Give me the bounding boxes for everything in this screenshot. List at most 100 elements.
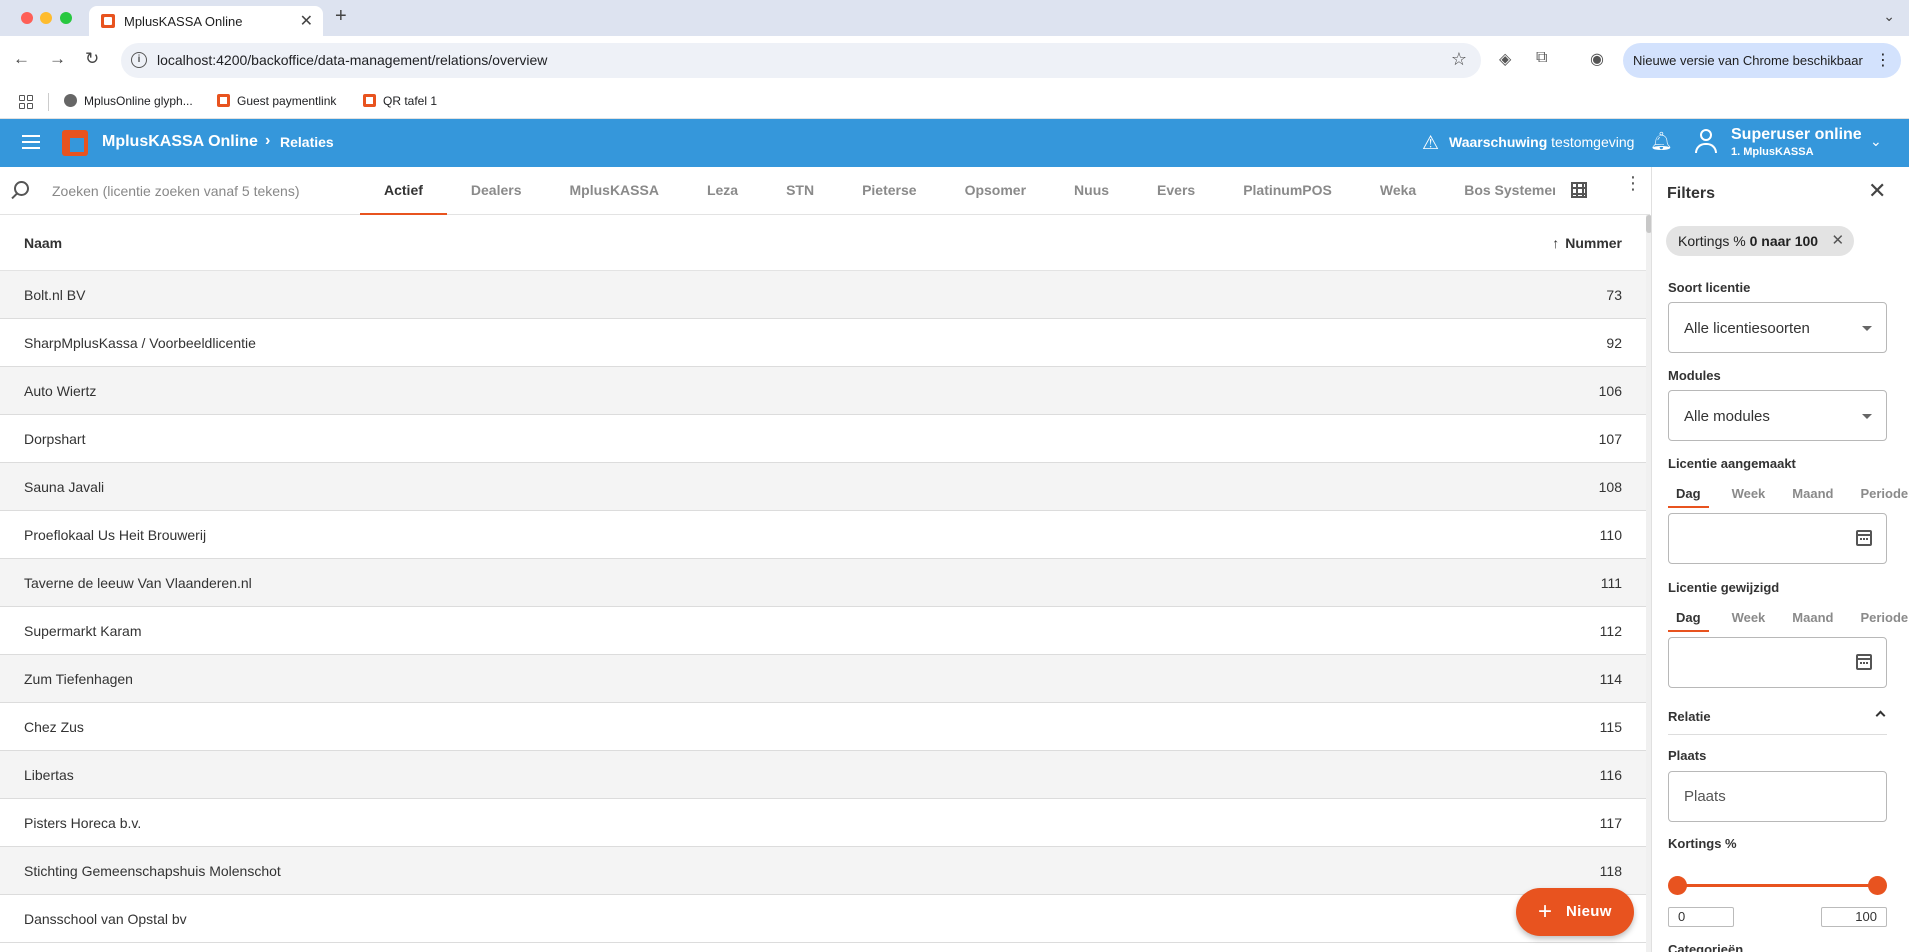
browser-tab[interactable]: MplusKASSA Online ✕ <box>89 6 323 36</box>
close-tab-icon[interactable]: ✕ <box>300 11 313 31</box>
tab-leza[interactable]: Leza <box>683 167 762 215</box>
new-relation-button[interactable]: + Nieuw <box>1516 888 1634 936</box>
period-periode[interactable]: Periode <box>1856 610 1909 630</box>
app-title[interactable]: MplusKASSA Online <box>102 133 258 151</box>
bookmark-separator <box>48 93 49 111</box>
table-row[interactable]: Dansschool van Opstal bv <box>0 895 1647 943</box>
cell-number: 115 <box>1599 719 1622 735</box>
tab-pieterse[interactable]: Pieterse <box>838 167 940 215</box>
minimize-window-button[interactable] <box>40 12 52 24</box>
remove-chip-icon[interactable]: ✕ <box>1832 226 1845 256</box>
calendar-icon[interactable] <box>1856 530 1872 546</box>
apps-grid-icon[interactable] <box>19 95 33 109</box>
user-avatar-icon[interactable] <box>1694 127 1718 157</box>
url-text[interactable]: localhost:4200/backoffice/data-managemen… <box>157 52 547 68</box>
menu-hamburger-icon[interactable] <box>22 135 40 149</box>
table-row[interactable]: Auto Wiertz 106 <box>0 367 1647 415</box>
period-dag[interactable]: Dag <box>1668 486 1709 508</box>
range-max-input[interactable]: 100 <box>1821 907 1887 927</box>
period-week[interactable]: Week <box>1728 486 1770 506</box>
range-min-input[interactable]: 0 <box>1668 907 1734 927</box>
license-type-value: Alle licentiesoorten <box>1684 320 1810 337</box>
changed-date-field[interactable] <box>1668 637 1887 688</box>
tab-nuus[interactable]: Nuus <box>1050 167 1133 215</box>
browser-tab-bar: MplusKASSA Online ✕ + ⌄ <box>0 0 1909 36</box>
close-window-button[interactable] <box>21 12 33 24</box>
tab-search-chevron-icon[interactable]: ⌄ <box>1883 8 1895 25</box>
extensions-puzzle-icon[interactable]: ⧉ <box>1536 49 1547 67</box>
table-row[interactable]: Chez Zus 115 <box>0 703 1647 751</box>
table-row[interactable]: Taverne de leeuw Van Vlaanderen.nl 111 <box>0 559 1647 607</box>
search-input[interactable] <box>52 179 352 203</box>
reload-icon[interactable]: ↻ <box>85 49 99 69</box>
table-row[interactable]: Bolt.nl BV 73 <box>0 271 1647 319</box>
table-row[interactable]: Stichting Gemeenschapshuis Molenschot 118 <box>0 847 1647 895</box>
bookmark-item[interactable]: Guest paymentlink <box>217 94 336 108</box>
slider-track <box>1678 884 1877 887</box>
user-name[interactable]: Superuser online <box>1731 126 1862 144</box>
chevron-down-icon[interactable]: ⌄ <box>1870 133 1882 150</box>
table-row[interactable]: Pisters Horeca b.v. 117 <box>0 799 1647 847</box>
tab-opsomer[interactable]: Opsomer <box>941 167 1050 215</box>
column-header-name[interactable]: Naam <box>24 235 62 251</box>
close-icon[interactable]: ✕ <box>1868 178 1886 204</box>
bookmark-item[interactable]: QR tafel 1 <box>363 94 437 108</box>
menu-dots-icon[interactable]: ⋮ <box>1875 50 1891 70</box>
browser-toolbar: ← → ↻ i localhost:4200/backoffice/data-m… <box>0 36 1909 85</box>
license-type-select[interactable]: Alle licentiesoorten <box>1668 302 1887 353</box>
tab-weka[interactable]: Weka <box>1356 167 1440 215</box>
calendar-icon[interactable] <box>1856 654 1872 670</box>
back-arrow-icon[interactable]: ← <box>13 49 30 69</box>
extension-diamond-icon[interactable]: ◈ <box>1499 49 1511 69</box>
period-dag[interactable]: Dag <box>1668 610 1709 632</box>
more-vertical-icon[interactable]: ⋮ <box>1624 174 1642 192</box>
kortings-range-slider[interactable] <box>1668 875 1887 895</box>
new-button-label: Nieuw <box>1566 903 1612 920</box>
maximize-window-button[interactable] <box>60 12 72 24</box>
address-bar[interactable]: i localhost:4200/backoffice/data-managem… <box>121 43 1481 78</box>
column-grid-icon[interactable] <box>1571 182 1587 198</box>
created-date-field[interactable] <box>1668 513 1887 564</box>
table-row[interactable]: Proeflokaal Us Heit Brouwerij 110 <box>0 511 1647 559</box>
categories-label: Categorieën <box>1668 942 1744 952</box>
bookmark-star-icon[interactable]: ☆ <box>1451 49 1467 70</box>
bookmark-item[interactable]: MplusOnline glyph... <box>64 94 193 108</box>
column-header-number[interactable]: ↑ Nummer <box>1552 235 1622 251</box>
modules-select[interactable]: Alle modules <box>1668 390 1887 441</box>
period-maand[interactable]: Maand <box>1788 610 1837 630</box>
warning-label: Waarschuwing <box>1449 134 1548 150</box>
table-row[interactable]: Sauna Javali 108 <box>0 463 1647 511</box>
slider-min-handle[interactable] <box>1668 876 1687 895</box>
table-row[interactable]: Libertas 116 <box>0 751 1647 799</box>
tab-platinumpos[interactable]: PlatinumPOS <box>1219 167 1356 215</box>
active-filter-chip[interactable]: Kortings % 0 naar 100 ✕ <box>1666 226 1855 256</box>
slider-max-handle[interactable] <box>1868 876 1887 895</box>
relations-table: Bolt.nl BV 73 SharpMplusKassa / Voorbeeld… <box>0 271 1647 943</box>
plaats-input[interactable] <box>1668 771 1887 822</box>
table-row[interactable]: SharpMplusKassa / Voorbeeldlicentie 92 <box>0 319 1647 367</box>
period-periode[interactable]: Periode <box>1856 486 1909 506</box>
user-organization[interactable]: 1. MplusKASSA <box>1731 146 1814 158</box>
tab-actief[interactable]: Actief <box>360 167 447 215</box>
notifications-bell-icon[interactable]: 🔔︎ <box>1650 131 1673 152</box>
tab-mpluskassa[interactable]: MplusKASSA <box>546 167 683 215</box>
period-maand[interactable]: Maand <box>1788 486 1837 506</box>
table-row[interactable]: Zum Tiefenhagen 114 <box>0 655 1647 703</box>
tab-dealers[interactable]: Dealers <box>447 167 546 215</box>
forward-arrow-icon[interactable]: → <box>49 49 66 69</box>
site-info-icon[interactable]: i <box>131 52 147 68</box>
tab-stn[interactable]: STN <box>762 167 838 215</box>
table-row[interactable]: Supermarkt Karam 112 <box>0 607 1647 655</box>
table-row[interactable]: Dorpshart 107 <box>0 415 1647 463</box>
chevron-right-icon: › <box>265 132 271 149</box>
relatie-accordion[interactable]: Relatie <box>1668 705 1887 735</box>
profile-icon[interactable]: ◉ <box>1590 49 1604 69</box>
cell-name: SharpMplusKassa / Voorbeeldlicentie <box>24 335 256 351</box>
tab-evers[interactable]: Evers <box>1133 167 1219 215</box>
tab-bos-systemen[interactable]: Bos Systemen <box>1440 167 1555 215</box>
new-tab-icon[interactable]: + <box>335 5 347 28</box>
app-header: MplusKASSA Online › Relaties ⚠ Waarschuw… <box>0 119 1909 167</box>
chrome-update-button[interactable]: Nieuwe versie van Chrome beschikbaar ⋮ <box>1623 43 1901 78</box>
chip-value: 0 naar 100 <box>1749 233 1819 249</box>
period-week[interactable]: Week <box>1728 610 1770 630</box>
